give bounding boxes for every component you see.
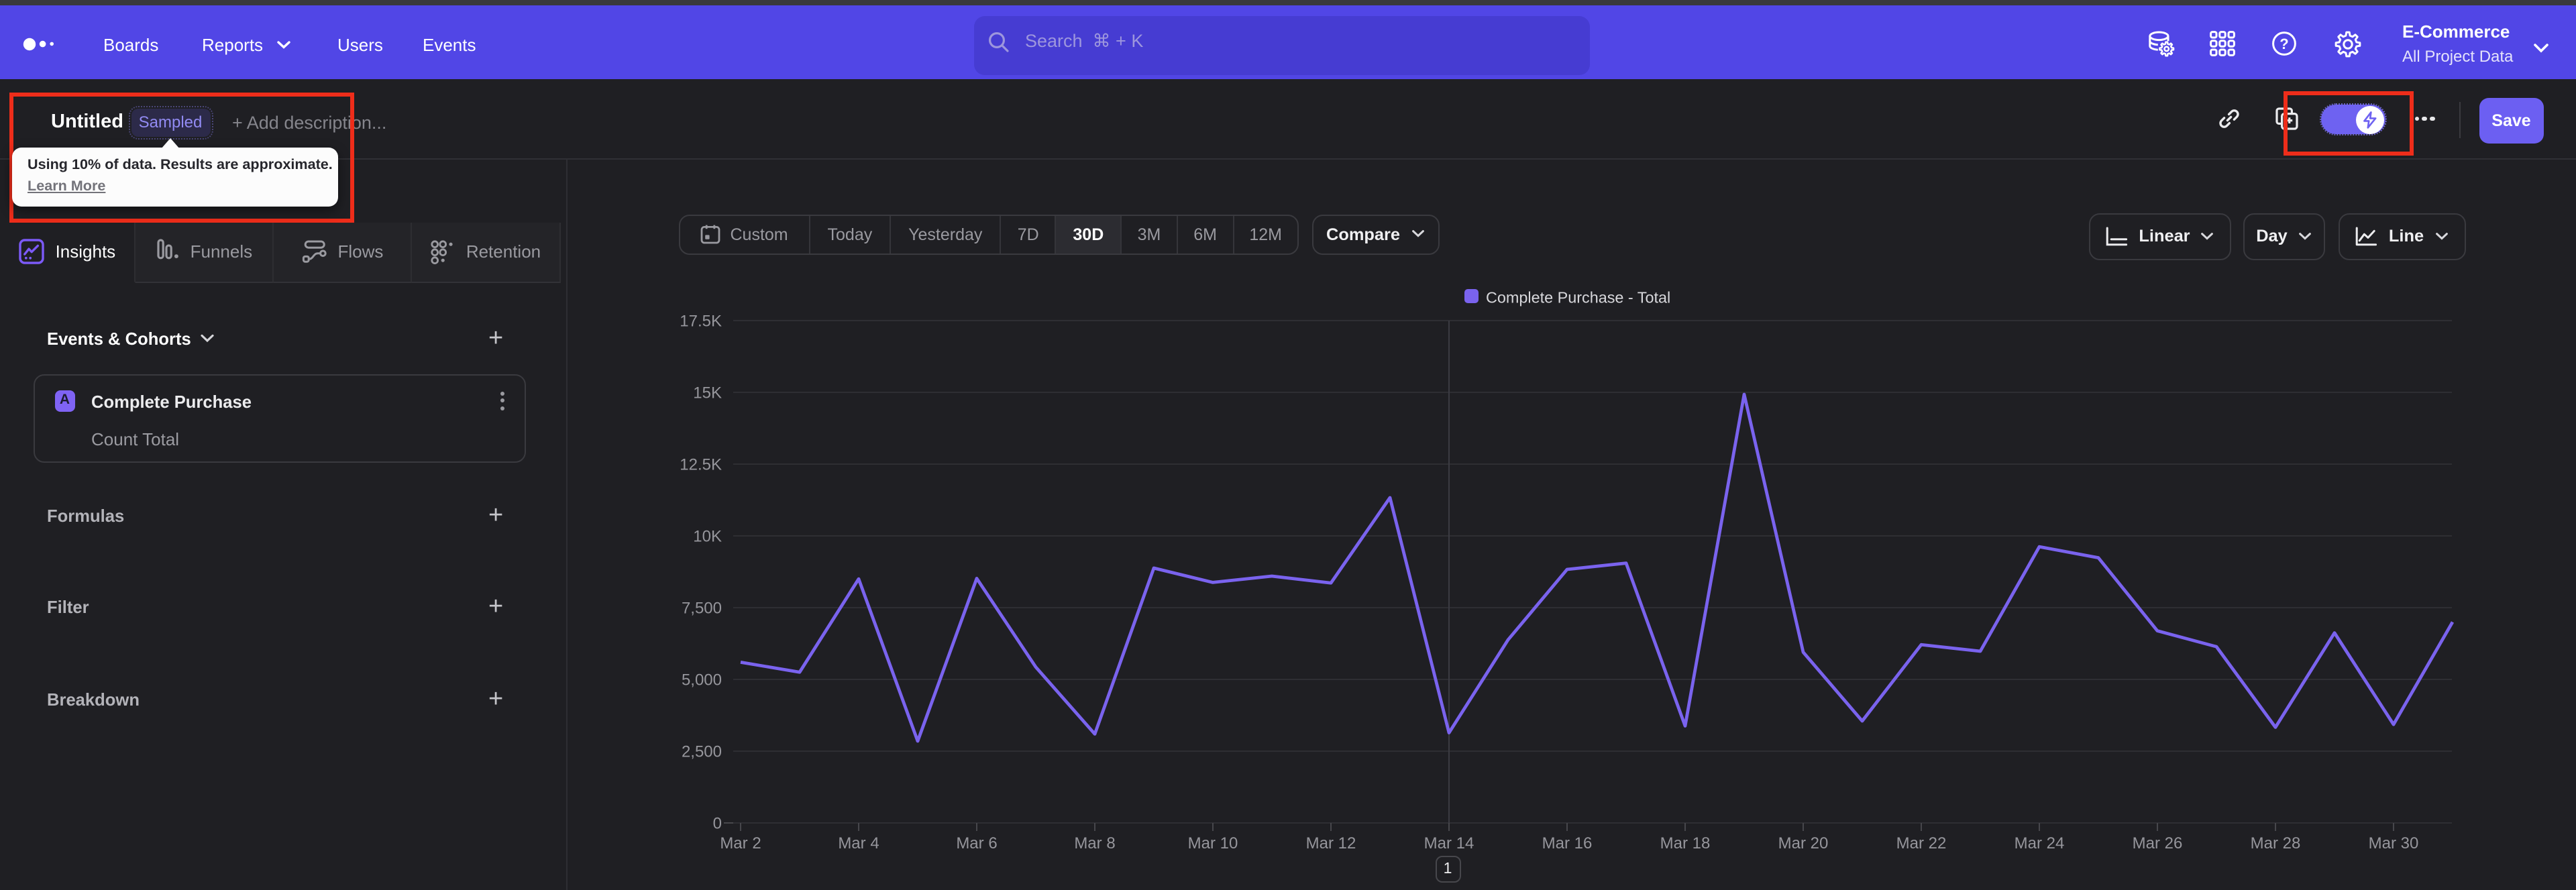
svg-text:Mar 16: Mar 16: [1542, 834, 1593, 852]
svg-text:Mar 22: Mar 22: [1896, 834, 1947, 852]
svg-text:Mar 26: Mar 26: [2133, 834, 2183, 852]
svg-text:10K: 10K: [693, 527, 722, 545]
svg-text:Mar 12: Mar 12: [1306, 834, 1356, 852]
svg-text:Mar 24: Mar 24: [2015, 834, 2065, 852]
svg-text:Mar 2: Mar 2: [720, 834, 761, 852]
svg-text:17.5K: 17.5K: [680, 312, 722, 330]
svg-text:Complete Purchase - Total: Complete Purchase - Total: [1486, 289, 1670, 307]
svg-text:Mar 28: Mar 28: [2251, 834, 2301, 852]
svg-text:Mar 18: Mar 18: [1660, 834, 1711, 852]
svg-text:Mar 20: Mar 20: [1778, 834, 1829, 852]
svg-text:Mar 30: Mar 30: [2369, 834, 2419, 852]
svg-text:15K: 15K: [693, 384, 722, 402]
svg-text:Mar 8: Mar 8: [1074, 834, 1115, 852]
svg-text:12.5K: 12.5K: [680, 455, 722, 474]
svg-text:0: 0: [713, 814, 722, 832]
svg-text:Mar 6: Mar 6: [956, 834, 997, 852]
svg-text:?: ?: [2279, 35, 2288, 52]
svg-text:2,500: 2,500: [682, 742, 722, 761]
svg-text:5,000: 5,000: [682, 671, 722, 689]
svg-text:Mar 4: Mar 4: [838, 834, 879, 852]
svg-text:Mar 14: Mar 14: [1424, 834, 1474, 852]
svg-text:Mar 10: Mar 10: [1188, 834, 1238, 852]
svg-text:7,500: 7,500: [682, 599, 722, 617]
